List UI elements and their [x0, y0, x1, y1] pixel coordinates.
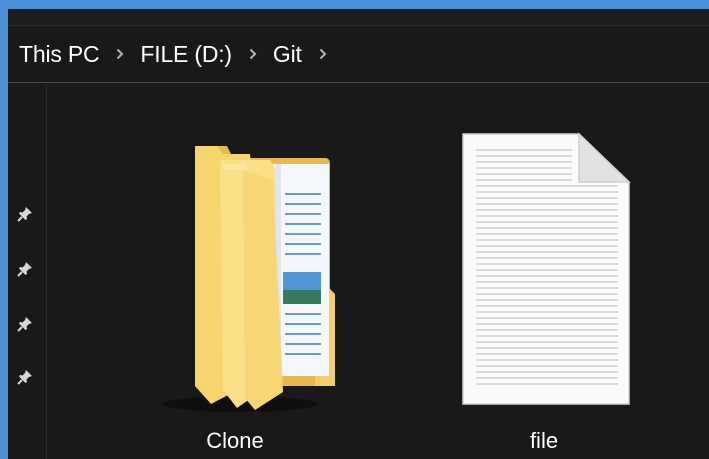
chevron-right-icon[interactable]	[249, 48, 257, 60]
breadcrumb-item-git[interactable]: Git	[273, 41, 302, 68]
chevron-right-icon[interactable]	[116, 48, 124, 60]
item-label: Clone	[206, 428, 264, 453]
navigation-pane	[8, 84, 47, 459]
text-document-icon	[462, 132, 631, 405]
pin-icon[interactable]	[17, 206, 33, 222]
file-item-file[interactable]: file	[434, 124, 654, 453]
pin-icon[interactable]	[17, 261, 33, 277]
title-bar	[8, 9, 709, 26]
chevron-right-icon[interactable]	[319, 48, 327, 60]
file-view: Clone file	[47, 84, 709, 459]
folder-item-clone[interactable]: Clone	[125, 124, 345, 453]
item-label: file	[529, 428, 559, 453]
breadcrumb[interactable]: This PC FILE (D:) Git	[8, 26, 709, 83]
folder-icon	[162, 146, 335, 412]
breadcrumb-item-file-d[interactable]: FILE (D:)	[140, 41, 232, 68]
explorer-window: This PC FILE (D:) Git Clone file	[8, 9, 709, 459]
pin-icon[interactable]	[17, 316, 33, 332]
pin-icon[interactable]	[17, 369, 33, 385]
breadcrumb-item-this-pc[interactable]: This PC	[19, 41, 100, 68]
